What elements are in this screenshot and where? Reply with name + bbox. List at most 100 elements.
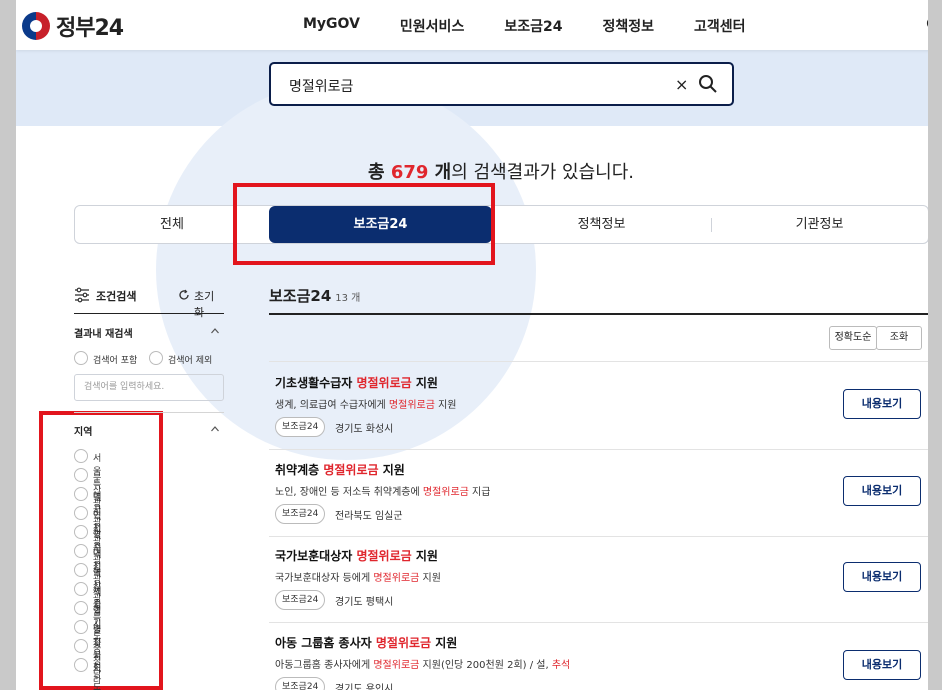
region-radio[interactable] [74,468,88,482]
search-box: 명절위로금 × [269,62,734,106]
region-radio[interactable] [74,506,88,520]
list-divider [269,449,928,450]
result-summary: 총 679 개의 검색결과가 있습니다. [16,158,928,184]
region-radio[interactable] [74,601,88,615]
results-count: 13 개 [335,293,361,304]
item-desc-keyword: 명절위로금 [422,487,469,498]
sort-accuracy-button[interactable]: 정확도순 [829,326,877,350]
result-prefix: 총 [368,162,391,183]
item-region: 경기도 평택시 [335,597,394,608]
result-suffix: 의 검색결과가 있습니다. [451,162,634,183]
item-title-text: 기초생활수급자 [275,376,357,390]
region-radio[interactable] [74,620,88,634]
item-title-text: 지원 [411,376,438,390]
region-title: 지역 [74,427,93,438]
chevron-up-icon[interactable] [210,424,220,434]
nav-item-customer-center[interactable]: 고객센터 [694,16,746,36]
item-title-text: 지원 [378,463,405,477]
item-title[interactable]: 취약계층 명절위로금 지원 [275,461,405,478]
reset-button[interactable]: 초기화 [194,288,224,320]
refine-search-input[interactable]: 검색어를 입력하세요. [74,374,224,401]
item-title[interactable]: 국가보훈대상자 명절위로금 지원 [275,547,438,564]
view-detail-button[interactable]: 내용보기 [843,476,921,506]
item-desc-keyword: 추석 [551,660,571,671]
view-detail-button[interactable]: 내용보기 [843,562,921,592]
item-title-text: 국가보훈대상자 [275,549,357,563]
item-description: 아동그룹홈 종사자에게 명절위로금 지원(인당 200천원 2회) / 설, 추… [275,656,570,671]
result-tabs: 전체 보조금24 정책정보 기관정보 [74,205,928,244]
list-divider [269,361,928,362]
nav-item-civil-service[interactable]: 민원서비스 [400,16,464,36]
results-header: 보조금24 13 개 [269,285,360,306]
results-divider [269,313,928,315]
item-title-text: 지원 [411,549,438,563]
search-submit-icon[interactable] [698,74,718,94]
lookup-button[interactable]: 조화 [876,326,922,350]
list-item: 아동 그룹홈 종사자 명절위로금 지원 아동그룹홈 종사자에게 명절위로금 지원… [275,634,835,690]
logo[interactable]: 정부24 [22,10,124,42]
search-icon[interactable] [926,16,928,34]
tab-agency-info[interactable]: 기관정보 [711,206,928,243]
region-radio[interactable] [74,582,88,596]
item-desc-text: 국가보훈대상자 등에게 [275,573,374,584]
category-badge: 보조금24 [275,417,326,437]
item-desc-keyword: 명절위로금 [373,573,420,584]
item-desc-text: 지원(인당 200천원 2회) / 설, [419,660,552,671]
result-count: 679 [390,162,429,183]
exclude-keyword-radio[interactable] [149,351,163,365]
logo-text: 정부24 [56,16,124,41]
item-desc-keyword: 명절위로금 [388,400,435,411]
item-desc-text: 아동그룹홈 종사자에게 [275,660,374,671]
item-title-keyword: 명절위로금 [356,549,412,563]
item-description: 노인, 장애인 등 저소득 취약계층에 명절위로금 지급 [275,483,490,498]
category-badge: 보조금24 [275,504,326,524]
item-desc-keyword: 명절위로금 [373,660,420,671]
item-region: 전라북도 임실군 [335,511,403,522]
item-desc-text: 지급 [468,487,491,498]
item-title-text: 취약계층 [275,463,324,477]
list-divider [269,622,928,623]
item-desc-text: 지원 [419,573,441,584]
list-divider [269,536,928,537]
item-title-text: 아동 그룹홈 종사자 [275,636,376,650]
item-title-keyword: 명절위로금 [323,463,379,477]
item-title[interactable]: 아동 그룹홈 종사자 명절위로금 지원 [275,634,457,651]
nav-item-mygov[interactable]: MyGOV [303,16,360,36]
item-region: 경기도 화성시 [335,424,394,435]
view-detail-button[interactable]: 내용보기 [843,389,921,419]
filter-icon [75,287,89,303]
nav-item-policy-info[interactable]: 정책정보 [602,16,654,36]
item-desc-text: 노인, 장애인 등 저소득 취약계층에 [275,487,423,498]
item-title-text: 지원 [431,636,458,650]
search-input[interactable]: 명절위로금 [289,76,353,96]
tab-policy-info[interactable]: 정책정보 [492,206,711,243]
region-radio[interactable] [74,639,88,653]
region-radio[interactable] [74,658,88,672]
reset-icon[interactable] [178,289,190,301]
item-desc-text: 지원 [434,400,457,411]
list-item: 국가보훈대상자 명절위로금 지원 국가보훈대상자 등에게 명절위로금 지원 보조… [275,547,835,619]
item-desc-text: 생계, 의료급여 수급자에게 [275,400,389,411]
filter-label: 조건검색 [96,290,137,303]
nav-item-subsidy24[interactable]: 보조금24 [504,16,562,36]
result-unit: 개 [428,162,452,183]
sidebar-divider [74,313,224,314]
page: 정부24 MyGOV 민원서비스 보조금24 정책정보 고객센터 명절위로금 ×… [16,0,928,690]
region-radio[interactable] [74,487,88,501]
clear-search-button[interactable]: × [675,75,688,94]
main-nav: MyGOV 민원서비스 보조금24 정책정보 고객센터 [303,16,746,36]
region-radio[interactable] [74,544,88,558]
region-radio[interactable] [74,449,88,463]
list-item: 기초생활수급자 명절위로금 지원 생계, 의료급여 수급자에게 명절위로금 지원… [275,374,835,446]
sidebar-divider [74,412,224,413]
include-keyword-radio[interactable] [74,351,88,365]
government-emblem-icon [22,12,50,40]
region-radio[interactable] [74,563,88,577]
list-item: 취약계층 명절위로금 지원 노인, 장애인 등 저소득 취약계층에 명절위로금 … [275,461,835,533]
view-detail-button[interactable]: 내용보기 [843,650,921,680]
include-keyword-label: 검색어 포함 [93,356,138,366]
item-title[interactable]: 기초생활수급자 명절위로금 지원 [275,374,438,391]
region-radio[interactable] [74,525,88,539]
refine-search-title: 결과내 재검색 [74,329,133,340]
chevron-up-icon[interactable] [210,326,220,336]
